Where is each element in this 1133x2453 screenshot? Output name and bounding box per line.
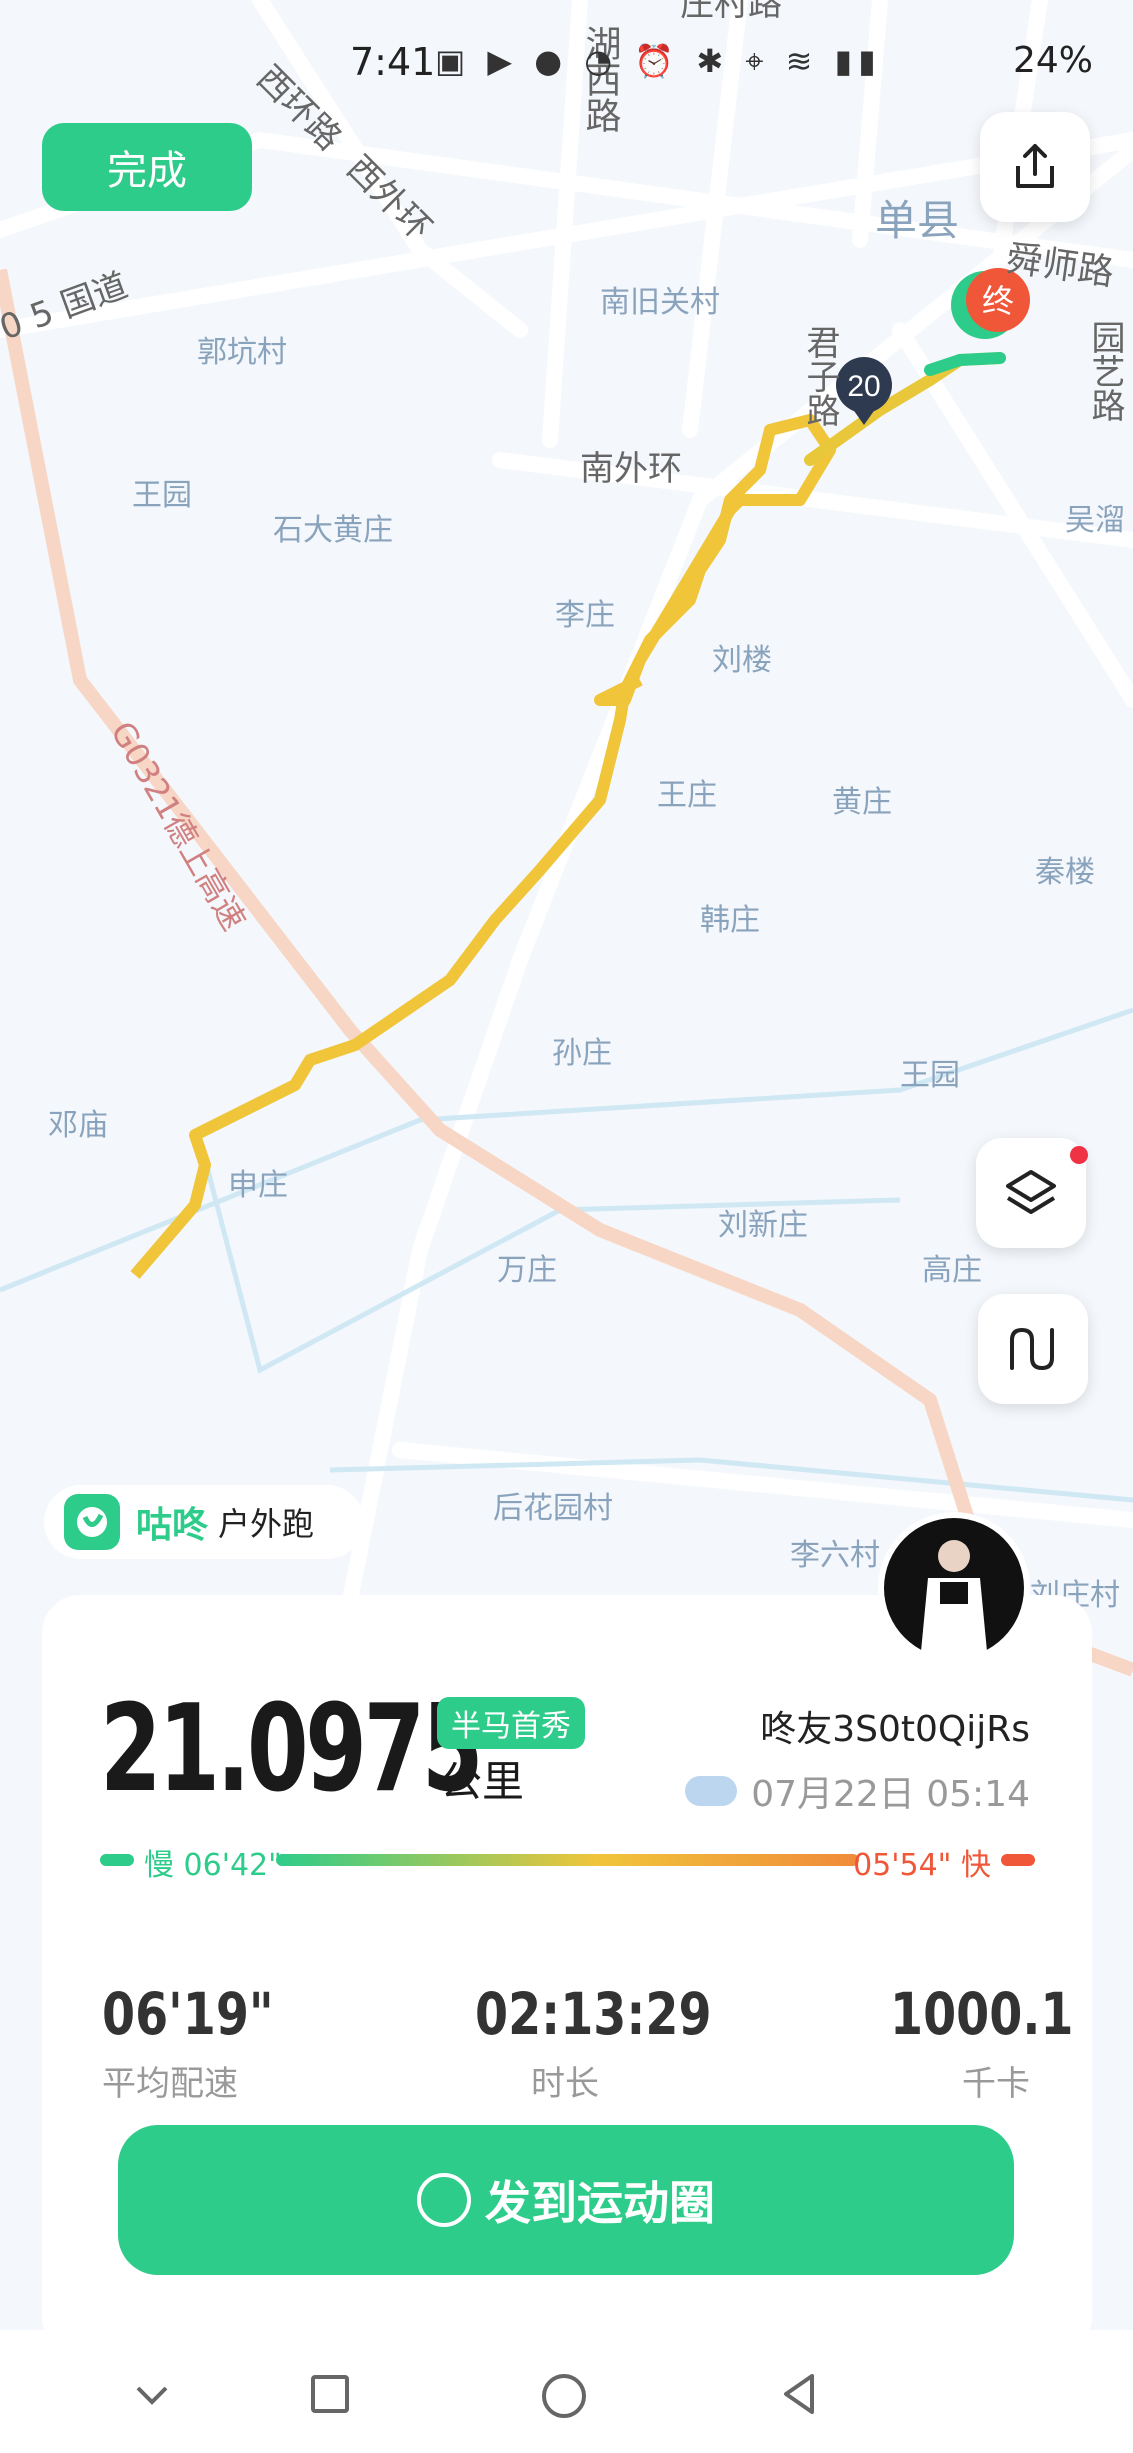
svg-text:20: 20 (847, 370, 880, 403)
map-label: 孙庄 (552, 1036, 612, 1071)
map-label: 高庄 (922, 1253, 982, 1288)
stat-value: 06'19" (102, 1980, 274, 2048)
map-label: 王庄 (657, 778, 717, 813)
post-label: 发到运动圈 (485, 2177, 715, 2229)
status-bar: 7:41 ▣ ▶ ● ◔ ⏰ ✱ ⌖ ≋ ▮▮ 24% (0, 0, 1133, 120)
activity-datetime: 07月22日 05:14 (751, 1774, 1030, 1815)
post-to-feed-button[interactable]: 发到运动圈 (118, 2125, 1014, 2275)
route-icon (1010, 1327, 1054, 1371)
map-label: 南旧关村 (600, 285, 720, 320)
nav-down-icon[interactable] (130, 2372, 174, 2416)
chat-icon (417, 2173, 471, 2227)
map-label: 郭坑村 (197, 335, 287, 370)
stat-value: 1000.1 (890, 1980, 1074, 2048)
svg-text:终: 终 (982, 282, 1014, 320)
stat-label: 千卡 (962, 2064, 1030, 2104)
map-label: 刘新庄 (718, 1208, 808, 1243)
pace-gradient (276, 1854, 859, 1866)
username: 咚友3S0t0QijRs (760, 1709, 1030, 1750)
map-label: 园艺路 (1085, 320, 1125, 422)
stat-calories: 1000.1 千卡 (890, 1980, 1074, 2105)
map-label: 君子路 (800, 325, 840, 427)
battery-level: 24% (1012, 40, 1093, 81)
map-label: 吴溜 (1065, 503, 1125, 538)
map-label: 秦楼 (1035, 855, 1095, 890)
stat-label: 平均配速 (102, 2064, 238, 2104)
stat-duration: 02:13:29 时长 (475, 1980, 712, 2105)
map-label: 王园 (132, 478, 192, 513)
fast-indicator (1001, 1854, 1035, 1866)
map-label: 邓庙 (48, 1108, 108, 1143)
share-icon (1016, 144, 1054, 188)
map-label: 王园 (900, 1058, 960, 1093)
map-label: 单县 (875, 196, 959, 245)
brand-name: 咕咚 (136, 1505, 209, 1546)
map-label: 南外环 (580, 449, 682, 489)
system-nav-bar (0, 2330, 1133, 2453)
status-time: 7:41 (350, 40, 436, 84)
map-label: 万庄 (497, 1253, 557, 1288)
share-button[interactable] (980, 112, 1090, 222)
avatar[interactable] (878, 1512, 1030, 1664)
distance-unit: 公里 (440, 1757, 525, 1806)
map-label: 李六村 (790, 1538, 880, 1573)
map-label: 李庄 (555, 598, 615, 633)
codoon-logo-icon (64, 1494, 120, 1550)
app-brand-chip: 咕咚 户外跑 (44, 1485, 364, 1559)
notification-dot (1070, 1146, 1088, 1164)
stat-label: 时长 (531, 2064, 599, 2104)
pace-slow-label: 慢 06'42" (144, 1848, 282, 1883)
pace-range-bar: 慢 06'42" 05'54" 快 (100, 1840, 1035, 1883)
status-icons: ▣ ▶ ● ◔ ⏰ ✱ ⌖ ≋ ▮▮ (435, 42, 882, 80)
map-label: 申庄 (228, 1168, 288, 1203)
nav-back-icon[interactable] (778, 2372, 822, 2416)
distance-value: 21.0975 (100, 1680, 484, 1819)
pace-fast-label: 05'54" 快 (853, 1848, 991, 1883)
map-label: 韩庄 (700, 903, 760, 938)
map-label: 石大黄庄 (273, 513, 393, 548)
slow-indicator (100, 1854, 134, 1866)
nav-home-icon[interactable] (540, 2372, 588, 2420)
activity-datetime-row: 07月22日 05:14 (685, 1765, 1030, 1817)
stat-value: 02:13:29 (475, 1980, 712, 2048)
map-label: 刘楼 (712, 643, 772, 678)
map-label: 黄庄 (832, 785, 892, 820)
route-toggle-button[interactable] (978, 1294, 1088, 1404)
cloud-weather-icon (685, 1776, 738, 1806)
stat-avg-pace: 06'19" 平均配速 (102, 1980, 311, 2105)
map-label: 后花园村 (493, 1491, 613, 1526)
activity-type: 户外跑 (218, 1505, 315, 1543)
nav-recent-icon[interactable] (308, 2372, 352, 2416)
done-button[interactable]: 完成 (42, 123, 252, 211)
layers-icon (1006, 1170, 1056, 1214)
half-marathon-badge: 半马首秀 (437, 1697, 585, 1749)
